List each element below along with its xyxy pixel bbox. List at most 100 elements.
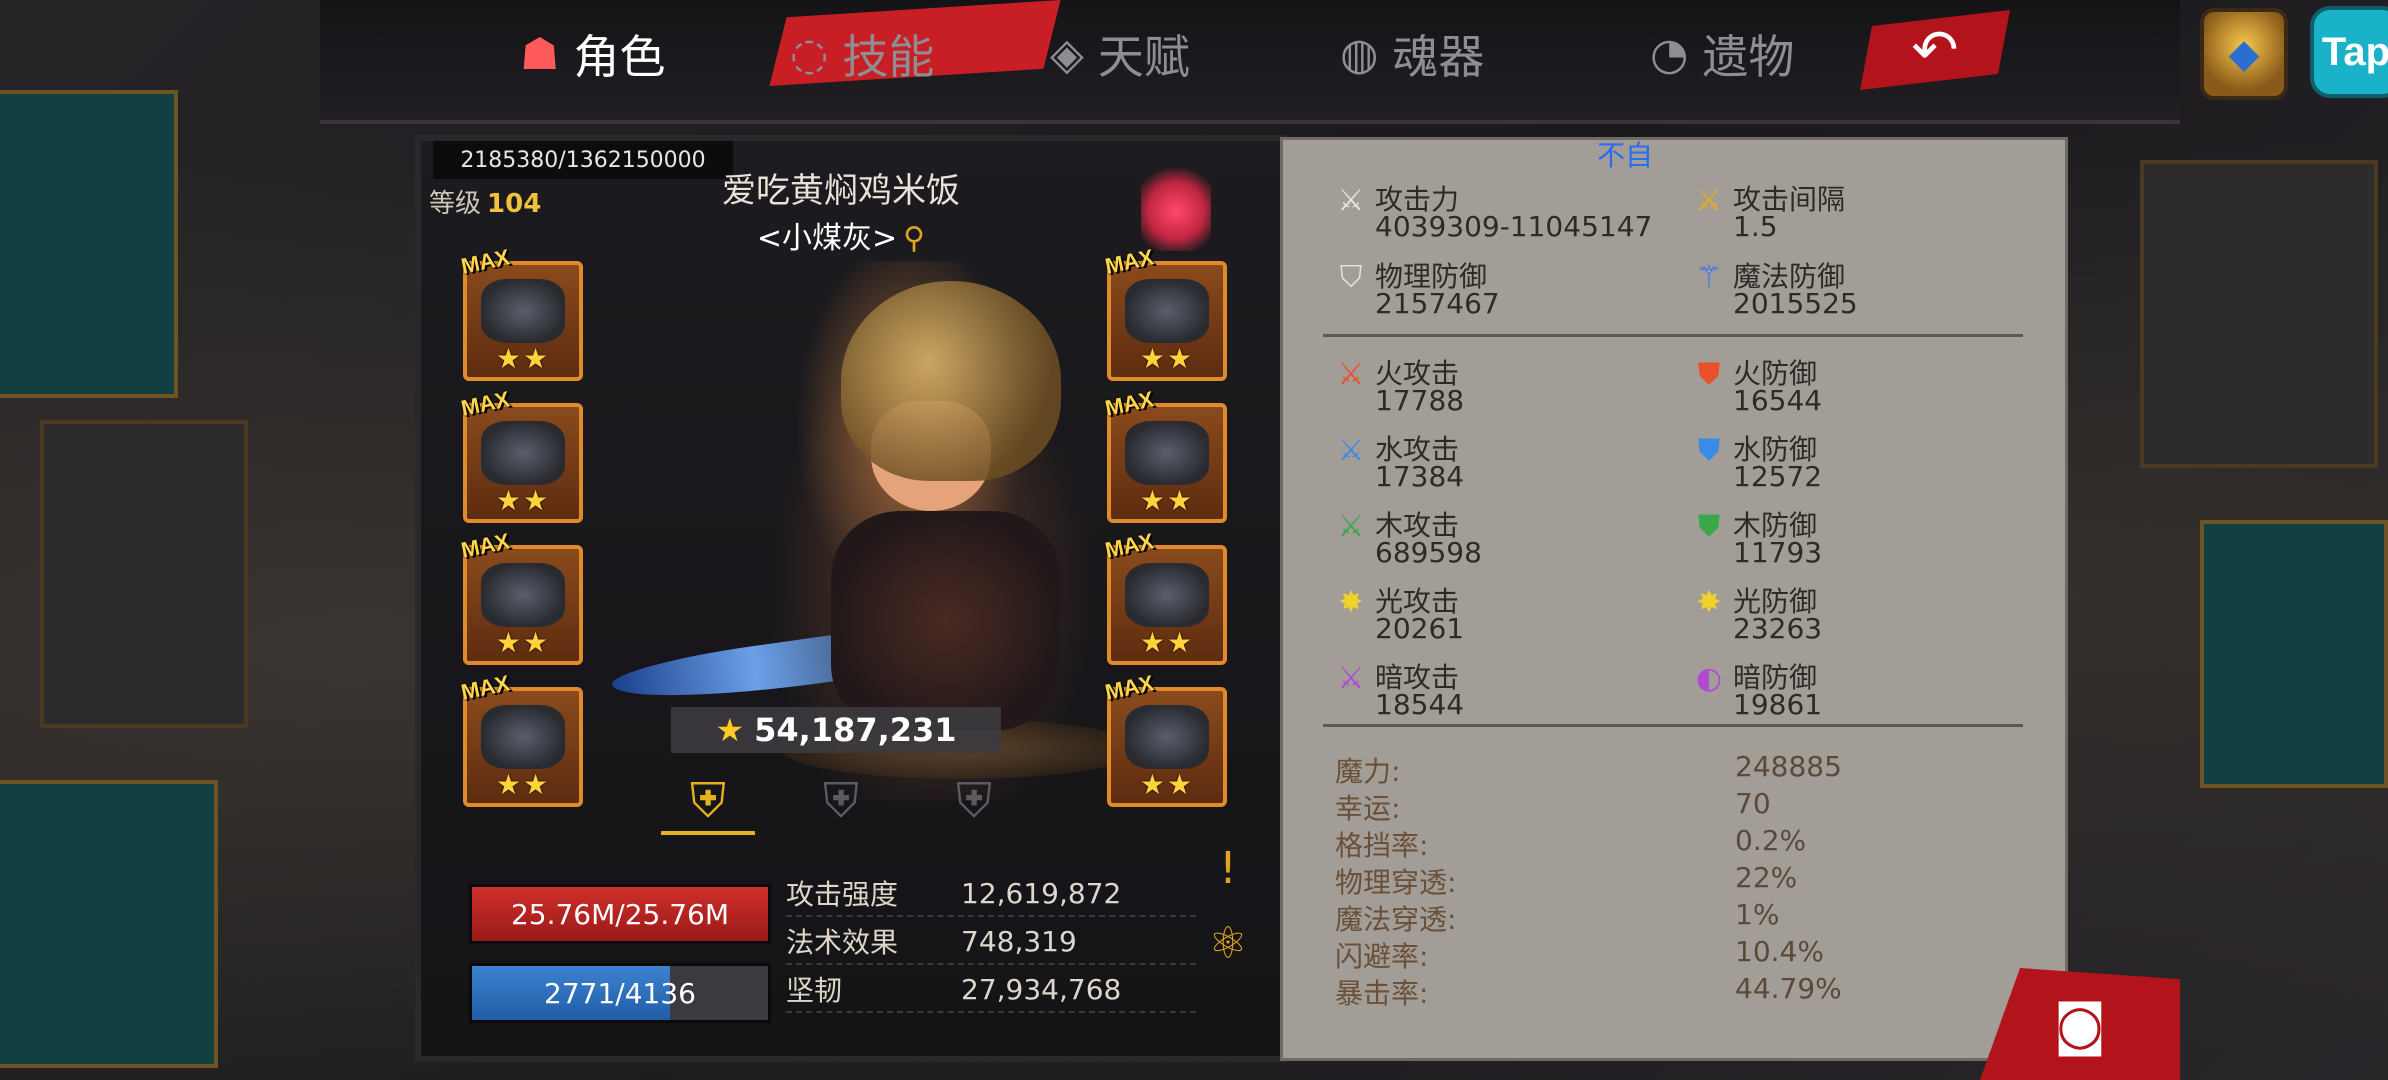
stat-label: 格挡率: xyxy=(1335,829,1429,862)
equipment-icon xyxy=(1125,421,1209,485)
water-shield-icon: ⛊ xyxy=(1697,432,1721,468)
equipment-slot-weapon[interactable]: MAX ★★ xyxy=(459,528,583,665)
armor-set-tab-1[interactable]: ⛨ xyxy=(661,771,755,835)
background-pillar xyxy=(2140,160,2378,468)
stat-value: 1% xyxy=(1735,898,1780,931)
equipment-slot-helmet[interactable]: MAX ★★ xyxy=(459,244,583,381)
stat-value: 2015525 xyxy=(1733,287,1858,320)
stat-wood-defense: ⛊ 木防御 11793 xyxy=(1691,504,2031,576)
mp-value: 2771/4136 xyxy=(544,976,696,1010)
stat-mana: 魔力: 248885 xyxy=(1335,750,2015,788)
helmet-art xyxy=(841,281,1061,481)
stat-physical-penetration: 物理穿透: 22% xyxy=(1335,861,2015,899)
tap-button[interactable]: Tap xyxy=(2310,6,2388,98)
mp-bar: 2771/4136 xyxy=(469,963,771,1023)
potion-icon[interactable] xyxy=(1141,151,1211,251)
stat-attack-interval: ⚔ 攻击间隔 1.5 xyxy=(1691,178,2031,250)
atom-orbit-icon[interactable]: ⚛ xyxy=(1201,916,1255,970)
equipment-slot-gloves[interactable]: MAX ★★ xyxy=(459,386,583,523)
stat-label: 魔法穿透: xyxy=(1335,903,1457,936)
stat-light-defense: ✸ 光防御 23263 xyxy=(1691,580,2031,652)
background-pillar xyxy=(0,90,178,398)
magic-staff-icon: ⚚ xyxy=(1695,259,1723,295)
equipment-slot-shoulder[interactable]: MAX ★★ xyxy=(1103,386,1227,523)
tab-skills[interactable]: ◌ 技能 xyxy=(790,18,934,90)
stat-wood-attack: ⚔ 木攻击 689598 xyxy=(1333,504,1673,576)
search-icon[interactable]: ⚲ xyxy=(903,221,925,256)
star-rating: ★★ xyxy=(495,626,551,659)
guild-name[interactable]: <小煤灰> ⚲ xyxy=(661,213,1021,257)
stat-value: 23263 xyxy=(1733,612,1823,645)
dark-sword-icon: ⚔ xyxy=(1337,660,1365,696)
attr-value: 748,319 xyxy=(961,924,1077,958)
attr-value: 12,619,872 xyxy=(961,876,1122,910)
attr-label: 攻击强度 xyxy=(786,878,899,911)
horned-skull-icon: ☗ xyxy=(520,28,560,80)
spiral-emblem-icon: ◙ xyxy=(2053,992,2107,1056)
level-label: 等级 xyxy=(429,189,482,219)
equipment-icon xyxy=(1125,705,1209,769)
armor-set-tabs: ⛨ ⛨ ⛨ xyxy=(661,771,1021,841)
equipment-icon xyxy=(481,563,565,627)
armor-art xyxy=(831,511,1061,731)
stat-value: 20261 xyxy=(1375,612,1465,645)
equipment-slot-boots[interactable]: MAX ★★ xyxy=(1103,528,1227,665)
chest-armor-icon: ⛨ xyxy=(955,772,992,829)
hint-text: 不自 xyxy=(1597,139,1654,172)
info-alert-icon[interactable]: ! xyxy=(1201,841,1255,895)
fire-shield-icon: ⛊ xyxy=(1697,356,1721,392)
stat-value: 16544 xyxy=(1733,384,1823,417)
tab-label: 技能 xyxy=(842,30,935,84)
stat-value: 2157467 xyxy=(1375,287,1500,320)
stat-value: 1.5 xyxy=(1733,210,1778,243)
wood-sword-icon: ⚔ xyxy=(1337,508,1365,544)
tab-label: 遗物 xyxy=(1702,30,1795,84)
tab-talent[interactable]: ◈ 天赋 xyxy=(1050,18,1190,90)
equipment-slot-armor[interactable]: MAX ★★ xyxy=(1103,244,1227,381)
armor-set-tab-3[interactable]: ⛨ xyxy=(927,771,1021,831)
equipment-icon xyxy=(481,279,565,343)
tab-soul-vessel[interactable]: ◍ 魂器 xyxy=(1340,18,1484,90)
combat-power: ★ 54,187,231 xyxy=(671,707,1001,753)
stat-attack: ⚔ 攻击力 4039309-11045147 xyxy=(1333,178,1673,250)
max-badge: MAX xyxy=(458,244,512,279)
stat-water-attack: ⚔ 水攻击 17384 xyxy=(1333,428,1673,500)
star-rating: ★★ xyxy=(1139,768,1195,801)
character-panel: 2185380/1362150000 等级 104 爱吃黄焖鸡米饭 <小煤灰> ⚲ … xyxy=(415,135,1287,1062)
background-pillar xyxy=(40,420,248,728)
stat-magic-penetration: 魔法穿透: 1% xyxy=(1335,898,2015,936)
equipment-slot-ring[interactable]: MAX ★★ xyxy=(1103,670,1227,807)
stat-value: 4039309-11045147 xyxy=(1375,210,1653,243)
stat-value: 70 xyxy=(1735,787,1771,820)
relic-swirl-icon: ◔ xyxy=(1650,28,1689,80)
equipment-slot-amulet[interactable]: MAX ★★ xyxy=(459,670,583,807)
fire-sword-icon: ⚔ xyxy=(1337,356,1365,392)
star-rating: ★★ xyxy=(495,342,551,375)
stats-panel: 不自 ⚔ 攻击力 4039309-11045147 ⚔ 攻击间隔 1.5 ⛉ 物… xyxy=(1280,137,2068,1061)
sword-icon: ⚔ xyxy=(1337,182,1365,218)
tab-character[interactable]: ☗ 角色 xyxy=(520,18,665,90)
attr-value: 27,934,768 xyxy=(961,972,1122,1006)
stat-label: 闪避率: xyxy=(1335,940,1429,973)
armor-set-tab-2[interactable]: ⛨ xyxy=(794,771,888,831)
spell-effect-row: 法术效果 748,319 xyxy=(786,919,1196,965)
treasure-chest-button[interactable]: ◆ xyxy=(2200,8,2288,100)
stat-value: 19861 xyxy=(1733,688,1823,721)
hp-value: 25.76M/25.76M xyxy=(510,897,730,931)
star-rating: ★★ xyxy=(1139,484,1195,517)
light-shield-icon: ✸ xyxy=(1696,584,1722,620)
stat-value: 10.4% xyxy=(1735,935,1824,968)
stat-value: 0.2% xyxy=(1735,824,1807,857)
tab-relics[interactable]: ◔ 遗物 xyxy=(1650,18,1794,90)
tab-label: 天赋 xyxy=(1097,30,1190,84)
shield-sword-icon: ⛉ xyxy=(1339,259,1363,295)
scroll-fade xyxy=(1283,998,2065,1058)
attr-label: 坚韧 xyxy=(786,974,843,1007)
level-display: 等级 104 xyxy=(429,183,541,220)
golden-sword-icon: ⚔ xyxy=(1695,182,1723,218)
stat-block-rate: 格挡率: 0.2% xyxy=(1335,824,2015,862)
stat-label: 物理穿透: xyxy=(1335,866,1457,899)
tab-label: 魂器 xyxy=(1392,30,1485,84)
stat-fire-attack: ⚔ 火攻击 17788 xyxy=(1333,352,1673,424)
stat-value: 689598 xyxy=(1375,536,1482,569)
